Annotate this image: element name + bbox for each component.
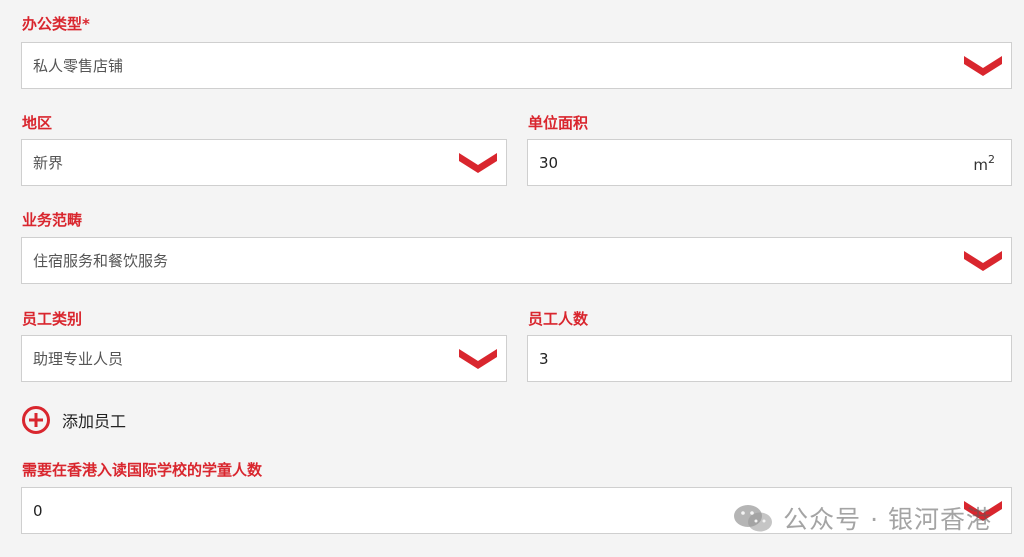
district-value: 新界 <box>33 154 64 172</box>
business-category-select[interactable]: 住宿服务和餐饮服务 <box>21 237 1012 284</box>
wechat-icon <box>734 505 773 532</box>
school-children-value: 0 <box>33 502 43 520</box>
chevron-down-icon <box>459 153 497 173</box>
office-type-label: 办公类型* <box>22 15 90 33</box>
unit-area-value: 30 <box>539 154 559 172</box>
district-select[interactable]: 新界 <box>21 139 507 186</box>
staff-count-label: 员工人数 <box>528 310 589 328</box>
school-children-label: 需要在香港入读国际学校的学童人数 <box>22 461 263 479</box>
staff-type-select[interactable]: 助理专业人员 <box>21 335 507 382</box>
plus-circle-icon <box>22 406 50 434</box>
staff-count-input[interactable]: 3 <box>527 335 1012 382</box>
staff-count-value: 3 <box>539 350 549 368</box>
watermark: 公众号 · 银河香港 <box>733 500 992 536</box>
add-staff-label: 添加员工 <box>62 412 127 431</box>
staff-type-label: 员工类别 <box>22 310 83 328</box>
chevron-down-icon <box>459 349 497 369</box>
unit-area-input[interactable]: 30 m2 <box>527 139 1012 186</box>
chevron-down-icon <box>964 251 1002 271</box>
chevron-down-icon <box>964 56 1002 76</box>
add-staff-button[interactable]: 添加员工 <box>22 403 126 437</box>
business-category-label: 业务范畴 <box>22 211 83 229</box>
unit-area-label: 单位面积 <box>528 114 589 132</box>
staff-type-value: 助理专业人员 <box>33 350 124 368</box>
business-category-value: 住宿服务和餐饮服务 <box>33 252 169 270</box>
office-type-value: 私人零售店铺 <box>33 57 124 75</box>
unit-area-unit: m2 <box>973 153 995 174</box>
district-label: 地区 <box>22 114 53 132</box>
watermark-text: 公众号 · 银河香港 <box>783 505 992 534</box>
office-type-select[interactable]: 私人零售店铺 <box>21 42 1012 89</box>
